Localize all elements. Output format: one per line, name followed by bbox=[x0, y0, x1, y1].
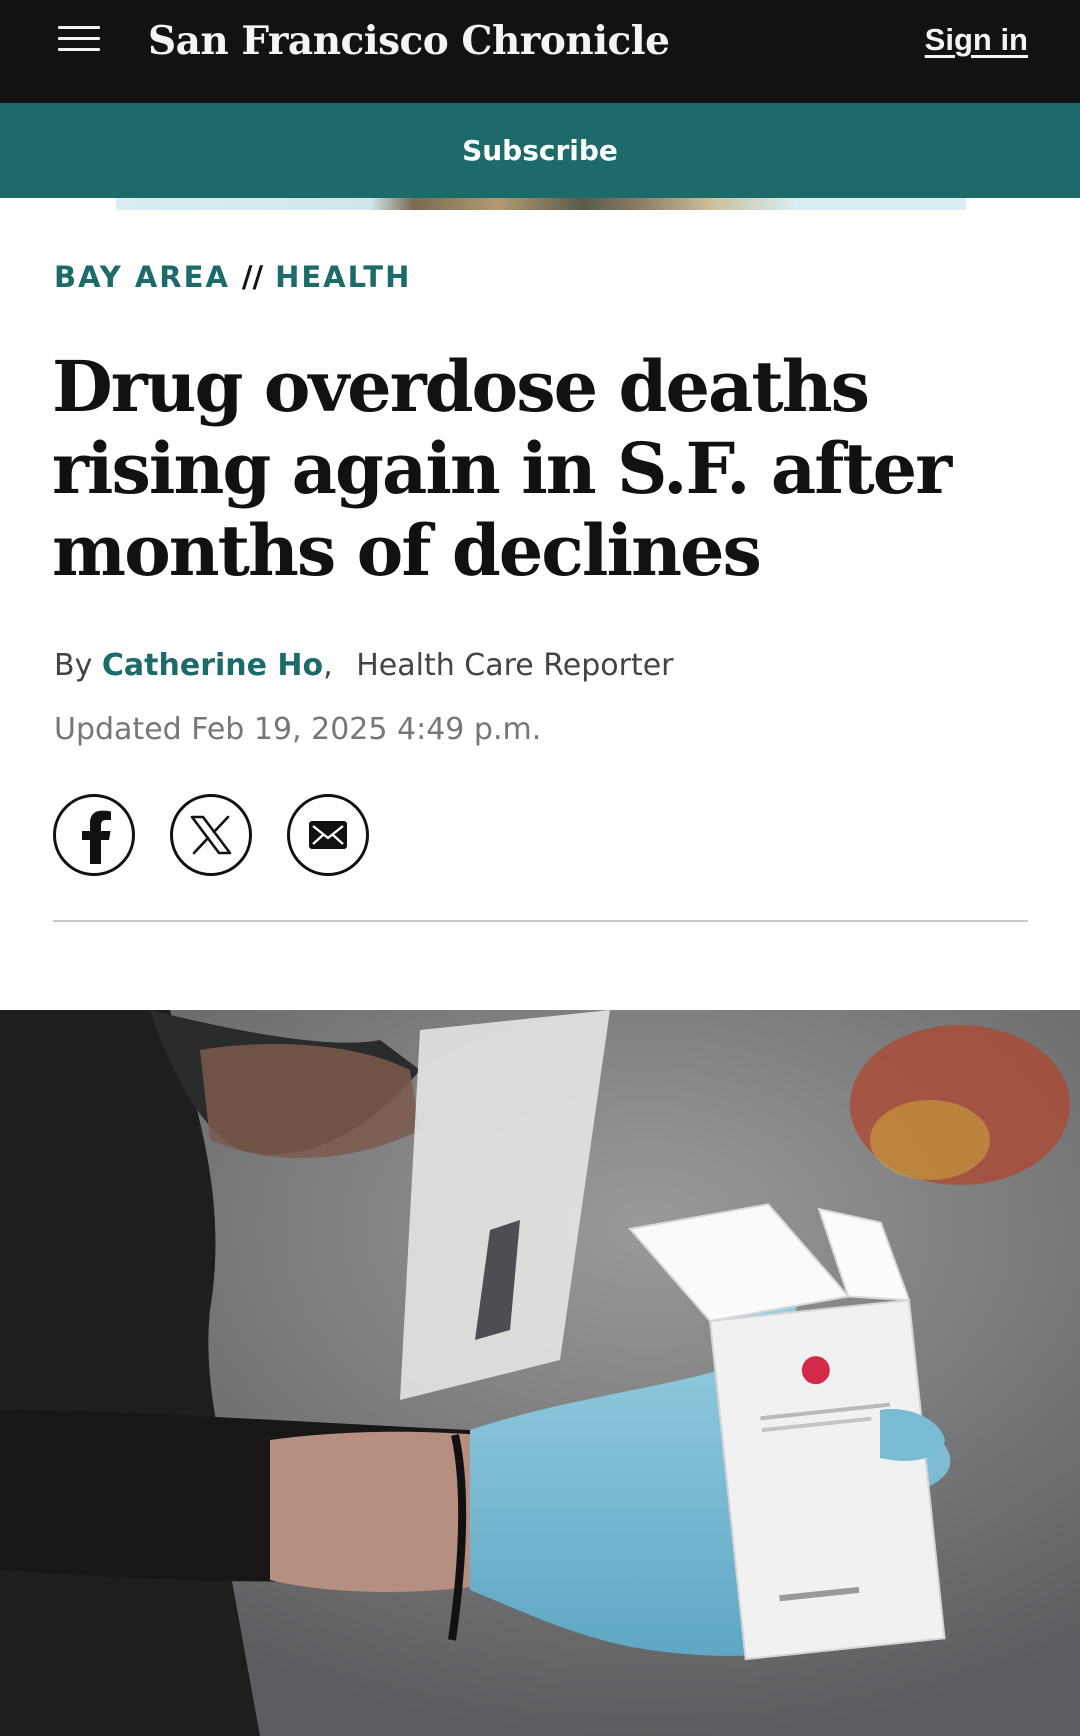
section-breadcrumb: BAY AREA // HEALTH bbox=[54, 260, 411, 294]
share-x-button[interactable] bbox=[170, 794, 252, 876]
breadcrumb-separator: // bbox=[241, 260, 264, 294]
site-logo[interactable]: San Francisco Chronicle bbox=[148, 14, 670, 68]
x-icon bbox=[190, 815, 232, 855]
byline-prefix: By bbox=[54, 648, 93, 683]
ad-banner-strip[interactable] bbox=[116, 198, 966, 210]
author-role: Health Care Reporter bbox=[356, 648, 674, 683]
author-link[interactable]: Catherine Ho bbox=[102, 648, 323, 683]
byline: By Catherine Ho, Health Care Reporter bbox=[54, 648, 674, 683]
updated-timestamp: Updated Feb 19, 2025 4:49 p.m. bbox=[54, 712, 542, 747]
subscribe-label: Subscribe bbox=[462, 134, 618, 167]
article-divider bbox=[53, 920, 1028, 922]
share-email-button[interactable] bbox=[287, 794, 369, 876]
top-navigation-bar: San Francisco Chronicle Sign in bbox=[0, 0, 1080, 103]
section-link-health[interactable]: HEALTH bbox=[275, 260, 411, 294]
sign-in-link[interactable]: Sign in bbox=[925, 22, 1028, 58]
facebook-icon bbox=[82, 810, 111, 864]
lead-photo-naloxone-gloved-hand bbox=[0, 1010, 1080, 1736]
subscribe-button[interactable]: Subscribe bbox=[0, 103, 1080, 198]
hamburger-menu-icon[interactable] bbox=[58, 26, 100, 56]
share-facebook-button[interactable] bbox=[53, 794, 135, 876]
email-icon bbox=[309, 821, 347, 849]
section-link-bay-area[interactable]: BAY AREA bbox=[54, 260, 230, 294]
byline-comma: , bbox=[323, 648, 333, 683]
lead-photo-illustration bbox=[0, 1010, 1080, 1736]
article-headline: Drug overdose deaths rising again in S.F… bbox=[52, 345, 952, 592]
